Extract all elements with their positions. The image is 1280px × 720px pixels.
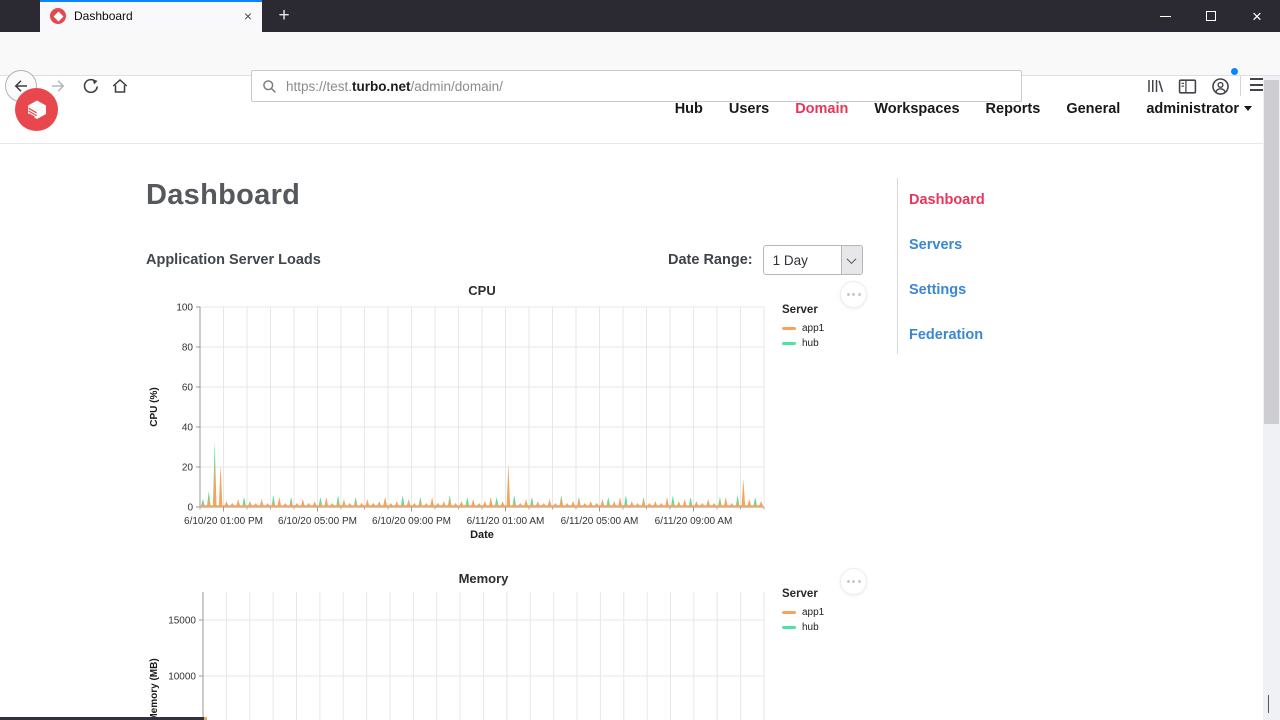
sidebar-item-settings[interactable]: Settings (909, 282, 985, 298)
window-controls: × (1142, 0, 1280, 32)
reload-icon (83, 78, 98, 93)
url-scheme: https://test. (286, 78, 353, 94)
legend-label: app1 (802, 323, 825, 334)
svg-text:40: 40 (182, 423, 194, 434)
browser-toolbar: https://test.turbo.net/admin/domain/ (0, 32, 1280, 102)
legend-item-hub[interactable]: hub (782, 622, 872, 633)
url-text: https://test.turbo.net/admin/domain/ (286, 79, 503, 94)
sidebar-item-servers[interactable]: Servers (909, 237, 985, 253)
search-icon (263, 79, 276, 93)
page-scrollbar[interactable] (1263, 76, 1280, 720)
nav-item-workspaces[interactable]: Workspaces (874, 101, 959, 117)
tab-title: Dashboard (74, 9, 133, 23)
svg-text:15000: 15000 (168, 616, 196, 627)
legend-item-app1[interactable]: app1 (782, 607, 872, 618)
date-range-control: Date Range: 1 Day (668, 245, 863, 275)
legend-title: Server (782, 304, 818, 316)
forward-arrow-icon (52, 80, 65, 92)
library-button[interactable] (1139, 70, 1171, 102)
svg-text:60: 60 (182, 383, 194, 394)
svg-text:6/11/20 09:00 AM: 6/11/20 09:00 AM (655, 516, 733, 527)
select-arrow-button[interactable] (840, 246, 862, 274)
svg-text:Date: Date (470, 529, 494, 538)
svg-text:Memory (MB): Memory (MB) (149, 658, 160, 720)
date-range-label: Date Range: (668, 252, 753, 268)
sidebar-toggle-button[interactable] (1171, 70, 1203, 102)
legend-item-app1[interactable]: app1 (782, 323, 872, 334)
nav-item-users[interactable]: Users (729, 101, 769, 117)
window-minimize-button[interactable] (1142, 0, 1188, 32)
app1-swatch-icon (782, 611, 796, 614)
page-title: Dashboard (146, 179, 301, 211)
browser-tab[interactable]: Dashboard × (40, 0, 262, 32)
url-path: /admin/domain/ (410, 78, 503, 94)
chevron-down-icon (1244, 106, 1252, 111)
main-nav: Hub Users Domain Workspaces Reports Gene… (675, 101, 1252, 117)
sidebar-item-dashboard[interactable]: Dashboard (909, 192, 985, 208)
svg-text:0: 0 (187, 503, 193, 514)
cpu-legend: Server app1 hub (782, 304, 872, 353)
app1-swatch-icon (782, 327, 796, 330)
legend-item-hub[interactable]: hub (782, 338, 872, 349)
header-divider (0, 143, 1280, 144)
home-button[interactable] (104, 70, 136, 102)
user-menu[interactable]: administrator (1146, 101, 1252, 117)
svg-text:6/11/20 05:00 AM: 6/11/20 05:00 AM (561, 516, 639, 527)
nav-item-hub[interactable]: Hub (675, 101, 703, 117)
home-icon (112, 78, 128, 93)
date-range-select[interactable]: 1 Day (762, 245, 863, 275)
domain-submenu: Dashboard Servers Settings Federation (897, 178, 985, 354)
reload-button[interactable] (74, 70, 106, 102)
account-notification-dot (1231, 68, 1238, 75)
svg-text:CPU (%): CPU (%) (149, 387, 160, 426)
svg-text:6/10/20 05:00 PM: 6/10/20 05:00 PM (278, 516, 357, 527)
close-icon: × (1252, 6, 1262, 26)
date-range-value: 1 Day (772, 252, 808, 268)
browser-window: Dashboard × + × https://test.turbo.net/a… (0, 0, 1280, 720)
account-button[interactable] (1204, 68, 1238, 102)
new-tab-button[interactable]: + (268, 0, 300, 32)
svg-text:6/10/20 01:00 PM: 6/10/20 01:00 PM (184, 516, 263, 527)
chevron-down-icon (846, 253, 857, 264)
url-domain: turbo.net (352, 78, 411, 94)
nav-item-domain[interactable]: Domain (795, 101, 848, 117)
turbo-logo[interactable] (15, 88, 58, 131)
browser-titlebar: Dashboard × + × (0, 0, 1280, 32)
scrollbar-thumb[interactable] (1264, 80, 1279, 424)
legend-label: app1 (802, 607, 825, 618)
nav-item-general[interactable]: General (1066, 101, 1120, 117)
url-bar[interactable]: https://test.turbo.net/admin/domain/ (251, 70, 1022, 102)
hub-swatch-icon (782, 626, 796, 629)
memory-chart[interactable]: 10000 15000 Memory (MB) (140, 560, 880, 720)
legend-label: hub (802, 622, 819, 633)
hub-swatch-icon (782, 342, 796, 345)
nav-item-reports[interactable]: Reports (986, 101, 1041, 117)
maximize-icon (1206, 11, 1216, 21)
svg-text:20: 20 (182, 463, 194, 474)
svg-text:10000: 10000 (168, 672, 196, 683)
sidebar-item-federation[interactable]: Federation (909, 327, 985, 343)
toolbar-divider (1240, 76, 1241, 96)
account-icon (1211, 77, 1229, 95)
svg-text:80: 80 (182, 343, 194, 354)
legend-title: Server (782, 588, 818, 600)
tab-close-icon[interactable]: × (244, 9, 252, 23)
memory-legend: Server app1 hub (782, 588, 872, 637)
section-title: Application Server Loads (146, 252, 321, 268)
minimize-icon (1159, 15, 1171, 17)
legend-label: hub (802, 338, 819, 349)
sidebar-icon (1178, 78, 1196, 94)
svg-text:6/11/20 01:00 AM: 6/11/20 01:00 AM (467, 516, 545, 527)
library-icon (1148, 80, 1164, 93)
svg-text:100: 100 (176, 303, 193, 314)
cpu-chart[interactable]: 0 20 40 60 80 100 6/10/20 01:00 PM 6/10/20 05:0… (140, 280, 880, 538)
svg-text:6/10/20 09:00 PM: 6/10/20 09:00 PM (372, 516, 451, 527)
window-close-button[interactable]: × (1234, 0, 1280, 32)
cube-icon (27, 100, 46, 119)
user-menu-label: administrator (1146, 101, 1239, 117)
window-maximize-button[interactable] (1188, 0, 1234, 32)
site-favicon-icon (50, 8, 66, 24)
scrollbar-down-button[interactable] (1268, 695, 1269, 713)
chevron-down-icon (1268, 695, 1269, 713)
